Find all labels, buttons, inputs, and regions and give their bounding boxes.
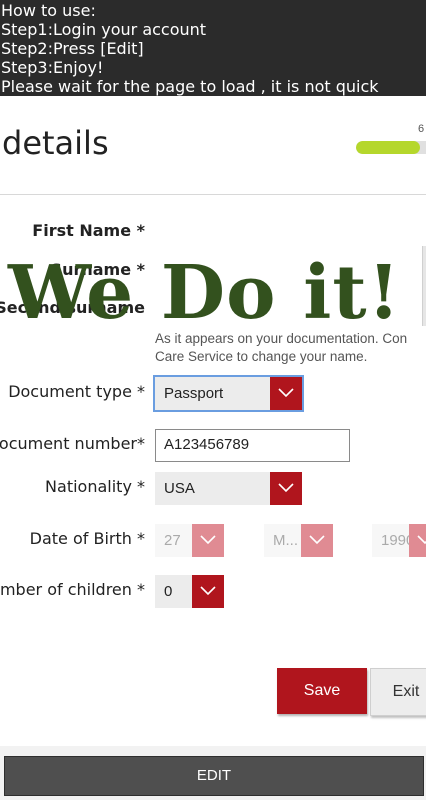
document-number-field[interactable]: [155, 429, 350, 462]
nationality-value: USA: [164, 480, 195, 497]
side-scroll-handle[interactable]: [422, 246, 426, 326]
save-button[interactable]: Save: [277, 668, 367, 714]
instructions-banner: How to use: Step1:Login your account Ste…: [0, 0, 426, 96]
chevron-down-icon: [192, 524, 224, 557]
progress-label: 6: [418, 123, 425, 135]
nationality-select[interactable]: USA: [155, 472, 302, 505]
document-type-label: Document type *: [8, 382, 145, 401]
banner-line-3: Step2:Press [Edit]: [1, 39, 144, 58]
name-hint-text: As it appears on your documentation. Con…: [155, 330, 407, 366]
document-type-select[interactable]: Passport: [153, 375, 304, 412]
document-type-value: Passport: [164, 385, 224, 402]
name-hint-line-1: As it appears on your documentation. Con: [155, 331, 408, 346]
exit-button[interactable]: Exit: [370, 668, 426, 716]
children-value: 0: [164, 583, 173, 600]
dob-day-select[interactable]: 27: [155, 524, 224, 557]
chevron-down-icon: [270, 472, 302, 505]
nationality-label: Nationality *: [45, 477, 145, 496]
progress-bar-fill: [356, 141, 420, 154]
chevron-down-icon: [301, 524, 333, 557]
progress-bar: [356, 141, 426, 154]
details-card: details 6 First Name * Surname * Second …: [0, 96, 426, 746]
divider: [0, 194, 426, 195]
banner-line-1: How to use:: [1, 1, 96, 20]
bottom-bar: EDIT: [0, 746, 426, 800]
surname-label: Surname *: [50, 260, 145, 279]
page-title: details: [2, 124, 109, 162]
dob-month-select[interactable]: M...: [264, 524, 333, 557]
second-surname-label: Second surname: [0, 298, 145, 317]
dob-month-value: M...: [273, 532, 298, 549]
banner-line-2: Step1:Login your account: [1, 20, 207, 39]
banner-line-5: Please wait for the page to load , it is…: [1, 77, 379, 96]
dob-day-value: 27: [164, 532, 181, 549]
banner-line-4: Step3:Enjoy!: [1, 58, 104, 77]
edit-button[interactable]: EDIT: [4, 756, 424, 796]
dob-year-select[interactable]: 1990: [372, 524, 426, 557]
document-number-input[interactable]: [164, 436, 344, 453]
chevron-down-icon: [192, 575, 224, 608]
chevron-down-icon: [270, 377, 302, 410]
date-of-birth-label: Date of Birth *: [29, 529, 145, 548]
document-number-label: Document number*: [0, 434, 145, 453]
chevron-down-icon: [409, 524, 426, 557]
number-of-children-label: Number of children *: [0, 580, 145, 599]
name-hint-line-2: Care Service to change your name.: [155, 349, 368, 364]
first-name-label: First Name *: [32, 221, 145, 240]
children-select[interactable]: 0: [155, 575, 224, 608]
